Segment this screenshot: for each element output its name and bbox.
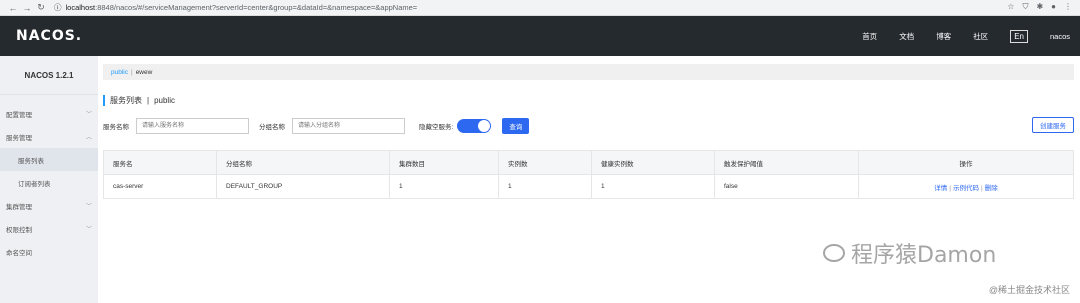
hide-empty-label: 隐藏空服务: (419, 123, 454, 131)
namespace-bar: public | ewew (103, 64, 1074, 80)
app-header: NACOS. 首页 文档 博客 社区 En nacos (0, 16, 1080, 56)
col-protect-threshold: 触发保护阈值 (714, 150, 859, 175)
watermark-text: 程序猿Damon (851, 243, 997, 268)
page-namespace: public (154, 96, 175, 105)
cell-group-name: DEFAULT_GROUP (216, 174, 390, 199)
page-title: 服务列表 | public (103, 95, 1074, 106)
profile-icon[interactable]: ● (1051, 2, 1056, 12)
toggle-knob (478, 119, 491, 132)
hide-empty-toggle[interactable] (457, 118, 492, 133)
info-icon: ⓘ (54, 3, 62, 12)
delete-link[interactable]: 删除 (985, 185, 998, 192)
col-actions: 操作 (858, 150, 1074, 175)
detail-link[interactable]: 详情 (934, 185, 947, 192)
sidebar-item-subscribers[interactable]: 订阅者列表 (0, 171, 98, 194)
col-cluster-count: 集群数目 (389, 150, 499, 175)
url-path: :8848/nacos/#/serviceManagement?serverId… (95, 3, 418, 12)
table-header-row: 服务名 分组名称 集群数目 实例数 健康实例数 触发保护阈值 操作 (103, 150, 1074, 175)
url-host: localhost (65, 3, 96, 12)
namespace-separator: | (130, 68, 133, 76)
service-name-label: 服务名称 (103, 123, 129, 131)
cell-instance-count: 1 (498, 174, 592, 199)
nacos-logo[interactable]: NACOS. (16, 28, 82, 44)
cell-cluster-count: 1 (389, 174, 499, 199)
more-icon[interactable]: ⋮ (1064, 2, 1072, 12)
group-name-label: 分组名称 (259, 123, 285, 131)
sidebar-title: NACOS 1.2.1 (0, 56, 98, 95)
menu-community[interactable]: 社区 (973, 31, 988, 42)
action-separator: | (949, 184, 951, 192)
sidebar-item-cluster[interactable]: 集群管理 ﹀ (0, 194, 98, 217)
namespace-ewew[interactable]: ewew (136, 69, 153, 76)
namespace-public[interactable]: public (111, 69, 128, 76)
create-service-button[interactable]: 创建服务 (1032, 117, 1074, 133)
col-service-name: 服务名 (103, 150, 217, 175)
watermark: 程序猿Damon (823, 237, 996, 269)
sidebar-item-label: 权限控制 (6, 226, 32, 234)
sidebar-item-label: 集群管理 (6, 203, 32, 211)
sidebar-item-label: 命名空间 (6, 249, 32, 257)
language-switch[interactable]: En (1010, 29, 1028, 43)
title-separator: | (147, 96, 150, 105)
col-healthy-count: 健康实例数 (591, 150, 715, 175)
chevron-down-icon: ﹀ (85, 112, 92, 118)
search-bar: 服务名称 分组名称 隐藏空服务: 查询 创建服务 (103, 117, 1074, 134)
page-title-text: 服务列表 (110, 96, 142, 105)
sidebar-item-service[interactable]: 服务管理 ︿ (0, 125, 98, 148)
sample-code-link[interactable]: 示例代码 (953, 185, 979, 192)
sidebar: NACOS 1.2.1 配置管理 ﹀ 服务管理 ︿ 服务列表 订阅者列表 集群管… (0, 56, 98, 303)
extensions-icon[interactable]: ✱ (1036, 2, 1043, 12)
action-separator: | (981, 184, 983, 192)
table-row: cas-server DEFAULT_GROUP 1 1 1 false 详情 |… (103, 174, 1074, 199)
chevron-down-icon: ﹀ (85, 227, 92, 233)
star-icon[interactable]: ☆ (1007, 2, 1014, 12)
cell-protect-threshold: false (714, 174, 859, 199)
menu-home[interactable]: 首页 (862, 31, 877, 42)
sidebar-item-label: 服务管理 (6, 134, 32, 142)
user-menu[interactable]: nacos (1050, 32, 1070, 41)
sidebar-item-label: 配置管理 (6, 111, 32, 119)
cell-service-name: cas-server (103, 174, 217, 199)
watermark-credit: @稀土掘金技术社区 (988, 285, 1070, 295)
top-menu: 首页 文档 博客 社区 En nacos (840, 16, 1070, 56)
sidebar-item-service-list[interactable]: 服务列表 (0, 148, 98, 171)
menu-blog[interactable]: 博客 (936, 31, 951, 42)
address-bar[interactable]: ⓘ localhost:8848/nacos/#/serviceManageme… (54, 2, 417, 13)
sidebar-item-config[interactable]: 配置管理 ﹀ (0, 102, 98, 125)
cell-actions: 详情 | 示例代码 | 删除 (858, 174, 1074, 199)
wechat-icon (823, 244, 845, 262)
service-table: 服务名 分组名称 集群数目 实例数 健康实例数 触发保护阈值 操作 cas-se… (103, 150, 1074, 199)
col-instance-count: 实例数 (498, 150, 592, 175)
shield-icon[interactable]: ⛉ (1022, 2, 1028, 12)
sidebar-item-auth[interactable]: 权限控制 ﹀ (0, 217, 98, 240)
sidebar-item-namespace[interactable]: 命名空间 (0, 240, 98, 263)
service-name-input[interactable] (136, 117, 249, 134)
cell-healthy-count: 1 (591, 174, 715, 199)
back-icon[interactable]: ← (6, 1, 20, 15)
forward-icon[interactable]: → (20, 1, 34, 15)
chevron-up-icon: ︿ (85, 135, 92, 141)
chevron-down-icon: ﹀ (85, 204, 92, 210)
query-button[interactable]: 查询 (502, 117, 530, 134)
group-name-input[interactable] (292, 117, 405, 134)
col-group-name: 分组名称 (216, 150, 390, 175)
reload-icon[interactable]: ↻ (34, 1, 48, 15)
browser-toolbar: ← → ↻ ⓘ localhost:8848/nacos/#/serviceMa… (0, 0, 1080, 16)
menu-docs[interactable]: 文档 (899, 31, 914, 42)
